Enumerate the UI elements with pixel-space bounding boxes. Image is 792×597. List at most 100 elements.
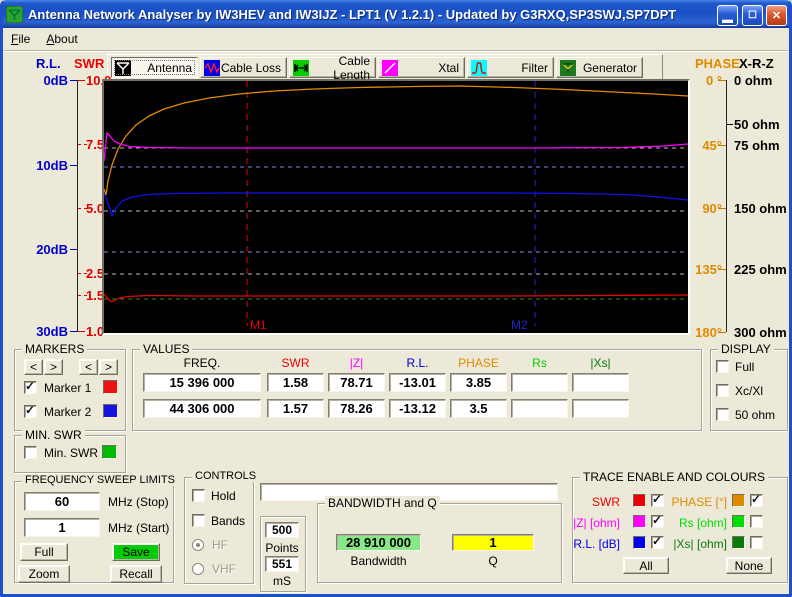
phase-tick-label: 135°: [690, 262, 722, 277]
window-title: Antenna Network Analyser by IW3HEV and I…: [28, 7, 676, 22]
minimize-button[interactable]: ▬: [717, 5, 738, 26]
hf-radio[interactable]: [192, 539, 204, 551]
trace-rs-checkbox[interactable]: [750, 515, 763, 528]
trace-xs-swatch[interactable]: [732, 536, 745, 549]
display-50ohm-checkbox[interactable]: [716, 408, 729, 421]
trace-group-title: TRACE ENABLE AND COLOURS: [580, 470, 768, 484]
display-full-checkbox[interactable]: [716, 360, 729, 373]
value-m2-rl: -13.12: [389, 399, 446, 418]
rl-tick-label: 20dB: [34, 242, 68, 257]
display-50ohm-label: 50 ohm: [735, 408, 775, 422]
min-swr-checkbox[interactable]: [24, 446, 37, 459]
phase-trace: [104, 86, 688, 195]
marker2-color-swatch[interactable]: [103, 404, 118, 418]
trace-xs-checkbox[interactable]: [750, 536, 763, 549]
sweep-plot[interactable]: M1M2: [102, 79, 690, 335]
arrow-right-icon: >: [105, 360, 112, 374]
trace-phase-checkbox[interactable]: [750, 494, 763, 507]
close-button[interactable]: ✕: [766, 5, 787, 26]
values-header-swr: SWR: [267, 356, 324, 370]
min-swr-label: Min. SWR: [44, 446, 98, 460]
marker1-right-button[interactable]: >: [44, 359, 63, 375]
maximize-icon: ☐: [748, 10, 757, 21]
trace-rl-swatch[interactable]: [633, 536, 646, 549]
none-button[interactable]: None: [726, 557, 772, 574]
app-window: Antenna Network Analyser by IW3HEV and I…: [0, 0, 792, 597]
bands-checkbox[interactable]: [192, 514, 205, 527]
vhf-radio[interactable]: [192, 563, 204, 575]
swr-tick: [78, 331, 85, 332]
start-frequency-label: MHz (Start): [108, 521, 169, 535]
value-m1-phase: 3.85: [450, 373, 507, 392]
start-frequency-input[interactable]: 1: [24, 518, 100, 537]
full-button[interactable]: Full: [20, 543, 68, 561]
stop-frequency-label: MHz (Stop): [108, 495, 169, 509]
phase-tick-label: 180°: [690, 325, 722, 340]
toolbar-button-antenna[interactable]: Antenna: [111, 57, 198, 78]
value-m2-freq: 44 306 000: [143, 399, 261, 418]
marker1-checkbox[interactable]: [24, 381, 37, 394]
trace-z-swatch[interactable]: [633, 515, 646, 528]
toolbar-button-generator[interactable]: Generator: [556, 57, 643, 78]
marker1-label: Marker 1: [44, 381, 91, 395]
sweep-group-title: FREQUENCY SWEEP LIMITS: [22, 474, 178, 486]
ms-label: mS: [260, 574, 304, 588]
values-header-xs: |Xs|: [572, 356, 629, 370]
toolbar-button-cable-loss[interactable]: Cable Loss: [200, 57, 287, 78]
menu-about[interactable]: About: [38, 30, 85, 48]
xrz-axis-title: X-R-Z: [739, 56, 774, 71]
hold-checkbox[interactable]: [192, 489, 205, 502]
recall-button[interactable]: Recall: [110, 565, 162, 583]
xtal-icon: [382, 60, 398, 76]
values-header-z: |Z|: [328, 356, 385, 370]
rl-trace: [104, 193, 688, 216]
markers-group-title: MARKERS: [22, 342, 87, 356]
zoom-button[interactable]: Zoom: [18, 565, 70, 583]
chart-svg: M1M2: [104, 81, 688, 333]
rl-tick: [70, 331, 77, 332]
maximize-button[interactable]: ☐: [742, 5, 763, 26]
cable-length-icon: [293, 60, 309, 76]
ohm-tick-label: 50 ohm: [734, 117, 780, 132]
ohm-tick: [727, 124, 733, 125]
marker2-left-button[interactable]: <: [79, 359, 98, 375]
stop-frequency-input[interactable]: 60: [24, 492, 100, 511]
cable-loss-icon: [204, 60, 220, 76]
trace-rs-swatch[interactable]: [732, 515, 745, 528]
arrow-right-icon: >: [50, 360, 57, 374]
toolbar-label: Cable Loss: [220, 61, 286, 75]
toolbar-button-cable-length[interactable]: Cable Length: [289, 57, 376, 78]
trace-phase-swatch[interactable]: [732, 494, 745, 507]
bandwidth-value: 28 910 000: [336, 534, 421, 551]
filter-icon: [471, 60, 487, 76]
value-m2-swr: 1.57: [267, 399, 324, 418]
values-group-title: VALUES: [140, 342, 192, 356]
marker1-left-button[interactable]: <: [24, 359, 43, 375]
value-m2-xs: [572, 399, 629, 418]
rl-tick: [70, 80, 77, 81]
marker1-color-swatch[interactable]: [103, 380, 118, 394]
phase-axis-title: PHASE: [695, 56, 740, 71]
mode-toolbar: Antenna Cable Loss Cable Length Xtal Fil…: [107, 54, 663, 81]
trace-swr-swatch[interactable]: [633, 494, 646, 507]
arrow-left-icon: <: [30, 360, 37, 374]
all-button[interactable]: All: [623, 557, 669, 574]
min-swr-group-title: MIN. SWR: [22, 428, 85, 442]
toolbar-button-xtal[interactable]: Xtal: [378, 57, 465, 78]
swr-tick: [78, 80, 85, 81]
marker2-checkbox[interactable]: [24, 405, 37, 418]
display-group-title: DISPLAY: [718, 342, 774, 356]
trace-rl-label: R.L. [dB]: [573, 537, 620, 551]
marker2-label: Marker 2: [44, 405, 91, 419]
minimize-icon: ▬: [722, 14, 733, 26]
min-swr-color-swatch[interactable]: [102, 445, 117, 459]
marker2-right-button[interactable]: >: [99, 359, 118, 375]
title-bar[interactable]: Antenna Network Analyser by IW3HEV and I…: [0, 0, 792, 28]
toolbar-label: Antenna: [131, 61, 197, 75]
menu-file[interactable]: File: [3, 30, 38, 48]
toolbar-button-filter[interactable]: Filter: [467, 57, 554, 78]
save-button[interactable]: Save: [112, 543, 160, 561]
value-m1-freq: 15 396 000: [143, 373, 261, 392]
display-xcxl-checkbox[interactable]: [716, 384, 729, 397]
hold-label: Hold: [211, 489, 236, 503]
